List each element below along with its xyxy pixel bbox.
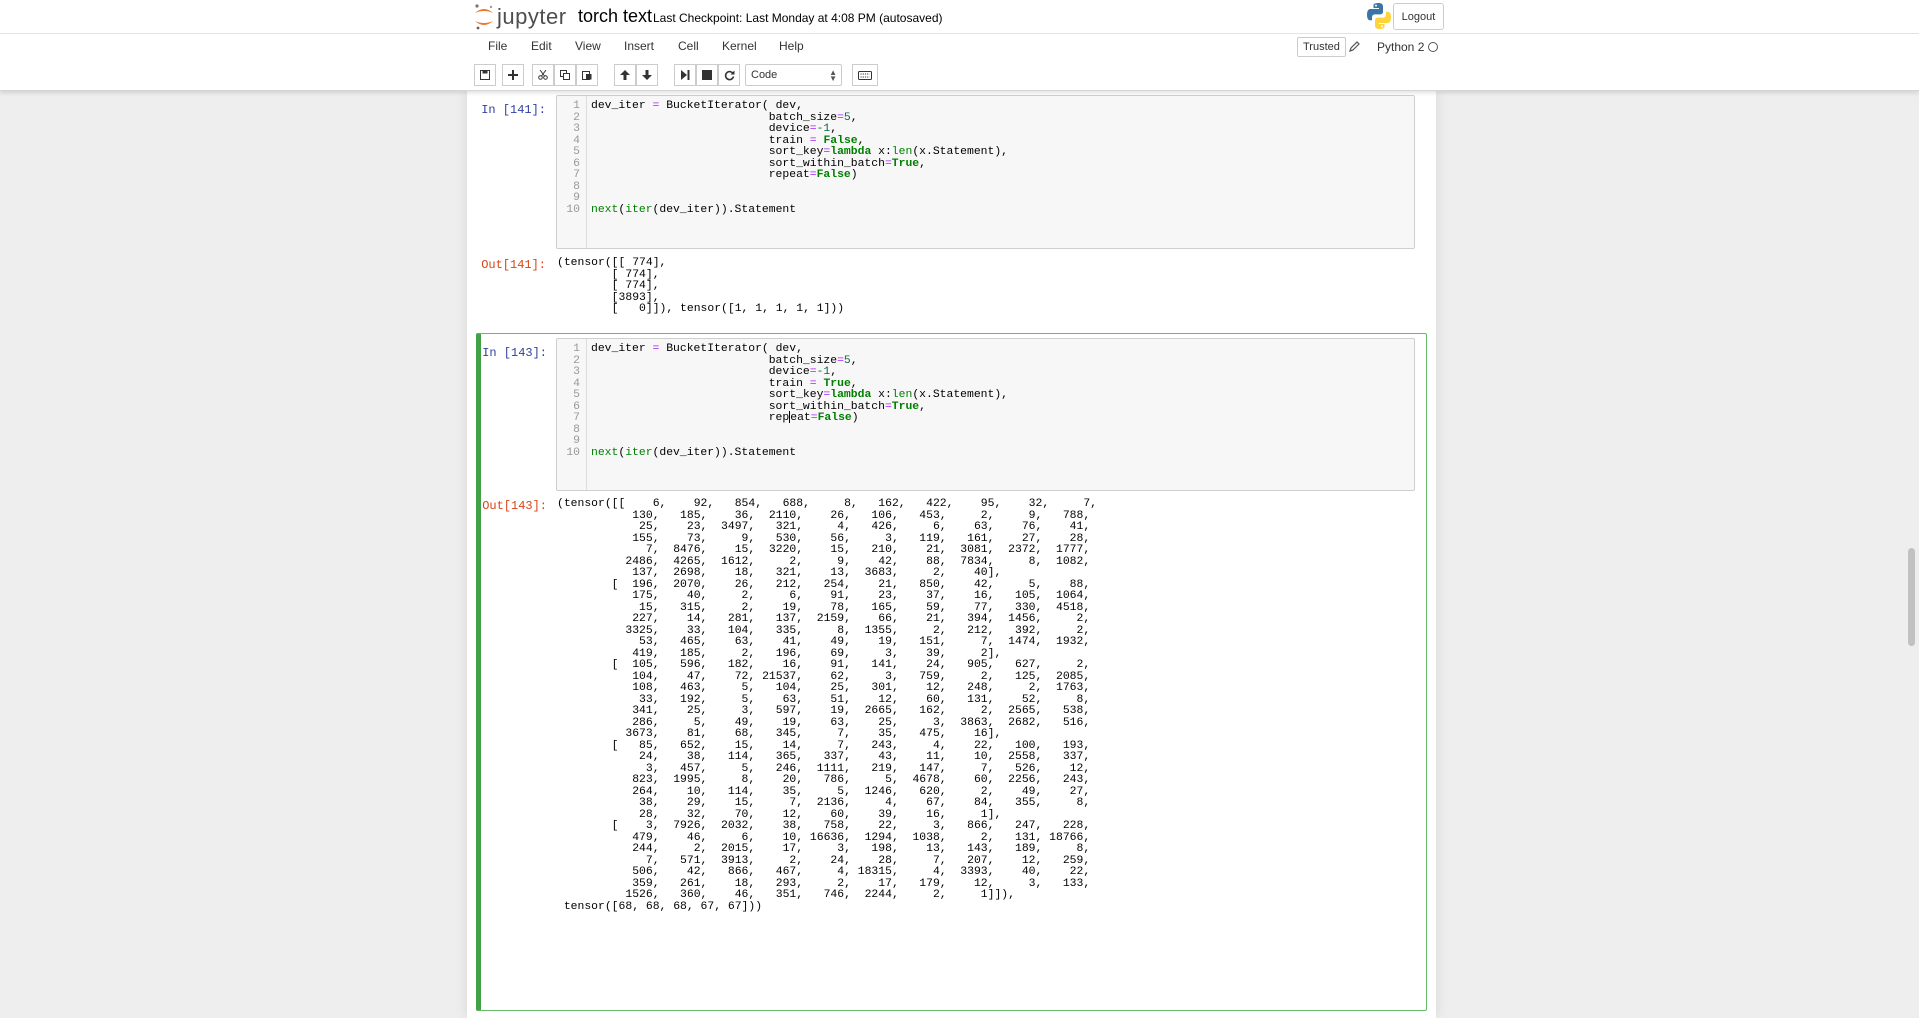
menu-cell[interactable]: Cell [678, 39, 699, 53]
interrupt-button[interactable] [696, 64, 718, 86]
text-cursor [789, 411, 791, 423]
arrow-up-icon [620, 70, 630, 80]
cell-type-value: Code [751, 69, 778, 81]
cut-button[interactable] [532, 64, 554, 86]
jupyter-logo-text: jupyter [497, 4, 567, 29]
save-icon [480, 70, 490, 80]
out-prompt: Out[141]: [481, 258, 546, 272]
select-arrows-icon: ▲ ▼ [829, 68, 837, 83]
move-up-button[interactable] [614, 64, 636, 86]
paste-icon [582, 71, 592, 80]
menu-edit[interactable]: Edit [531, 39, 552, 53]
pencil-icon[interactable] [1349, 39, 1361, 57]
menu-kernel[interactable]: Kernel [722, 39, 757, 53]
paste-button[interactable] [576, 64, 598, 86]
run-button[interactable] [674, 64, 696, 86]
jupyter-logo[interactable]: jupyter [473, 2, 567, 32]
code-line[interactable]: repeat=False) [591, 168, 858, 182]
save-button[interactable] [474, 64, 496, 86]
line-gutter [586, 339, 587, 490]
code-cell-141[interactable]: In [141]: 1 dev_iter = BucketIterator( de… [476, 93, 1427, 321]
logout-button[interactable]: Logout [1393, 3, 1444, 30]
code-line[interactable]: next(iter(dev_iter)).Statement [591, 446, 796, 460]
output-line: tensor([68, 68, 68, 67, 67])) [557, 900, 763, 913]
menu-help[interactable]: Help [779, 39, 804, 53]
plus-icon [508, 70, 518, 80]
checkpoint-status: Last Checkpoint: Last Monday at 4:08 PM … [653, 11, 943, 25]
line-gutter [586, 96, 587, 248]
code-cell-143[interactable]: In [143]: 1 dev_iter = BucketIterator( de… [476, 333, 1427, 1011]
insert-cell-button[interactable] [502, 64, 524, 86]
run-icon [681, 70, 690, 80]
code-line[interactable]: next(iter(dev_iter)).Statement [591, 203, 796, 217]
line-number: 10 [566, 203, 580, 216]
title-row: jupyter torch text Last Checkpoint: Last… [0, 0, 1919, 34]
copy-icon [560, 70, 570, 80]
header: jupyter torch text Last Checkpoint: Last… [0, 0, 1919, 91]
in-prompt: In [141]: [481, 103, 546, 117]
notebook-name[interactable]: torch text [578, 6, 652, 27]
copy-button[interactable] [554, 64, 576, 86]
in-prompt: In [143]: [482, 346, 547, 360]
restart-button[interactable] [718, 64, 740, 86]
cell-output: (tensor([[ 6, 92, 854, 688, 8, 162, 422,… [557, 497, 1417, 1002]
out-prompt: Out[143]: [482, 499, 547, 513]
kernel-name: Python 2 [1377, 40, 1425, 54]
scrollbar-thumb[interactable] [1908, 548, 1915, 646]
menu-file[interactable]: File [488, 39, 507, 53]
cell-input[interactable]: 1 dev_iter = BucketIterator( dev, 2 batch_… [556, 95, 1415, 249]
restart-icon [724, 70, 734, 80]
cut-icon [538, 70, 548, 80]
command-palette-button[interactable] [852, 64, 878, 86]
menu-insert[interactable]: Insert [624, 39, 654, 53]
line-number: 10 [566, 446, 580, 459]
python-logo-icon [1366, 2, 1392, 35]
code-line[interactable]: repeat=False) [591, 411, 859, 425]
keyboard-icon [858, 70, 872, 80]
jupyter-logo-icon [475, 4, 493, 30]
cell-input[interactable]: 1 dev_iter = BucketIterator( dev, 2 batch_… [556, 338, 1415, 491]
menu-view[interactable]: View [575, 39, 601, 53]
stop-icon [702, 70, 712, 80]
cell-output: (tensor([[ 774], [ 774], [ 774], [3893],… [557, 256, 1417, 326]
arrow-down-icon [642, 70, 652, 80]
kernel-status-icon [1428, 42, 1438, 52]
output-line: [ 0]]), tensor([1, 1, 1, 1, 1])) [557, 303, 845, 315]
notebook-container: In [141]: 1 dev_iter = BucketIterator( de… [467, 91, 1436, 1018]
trusted-indicator[interactable]: Trusted [1297, 37, 1346, 57]
move-down-button[interactable] [636, 64, 658, 86]
cell-type-select[interactable]: Code ▲ ▼ [745, 64, 842, 86]
